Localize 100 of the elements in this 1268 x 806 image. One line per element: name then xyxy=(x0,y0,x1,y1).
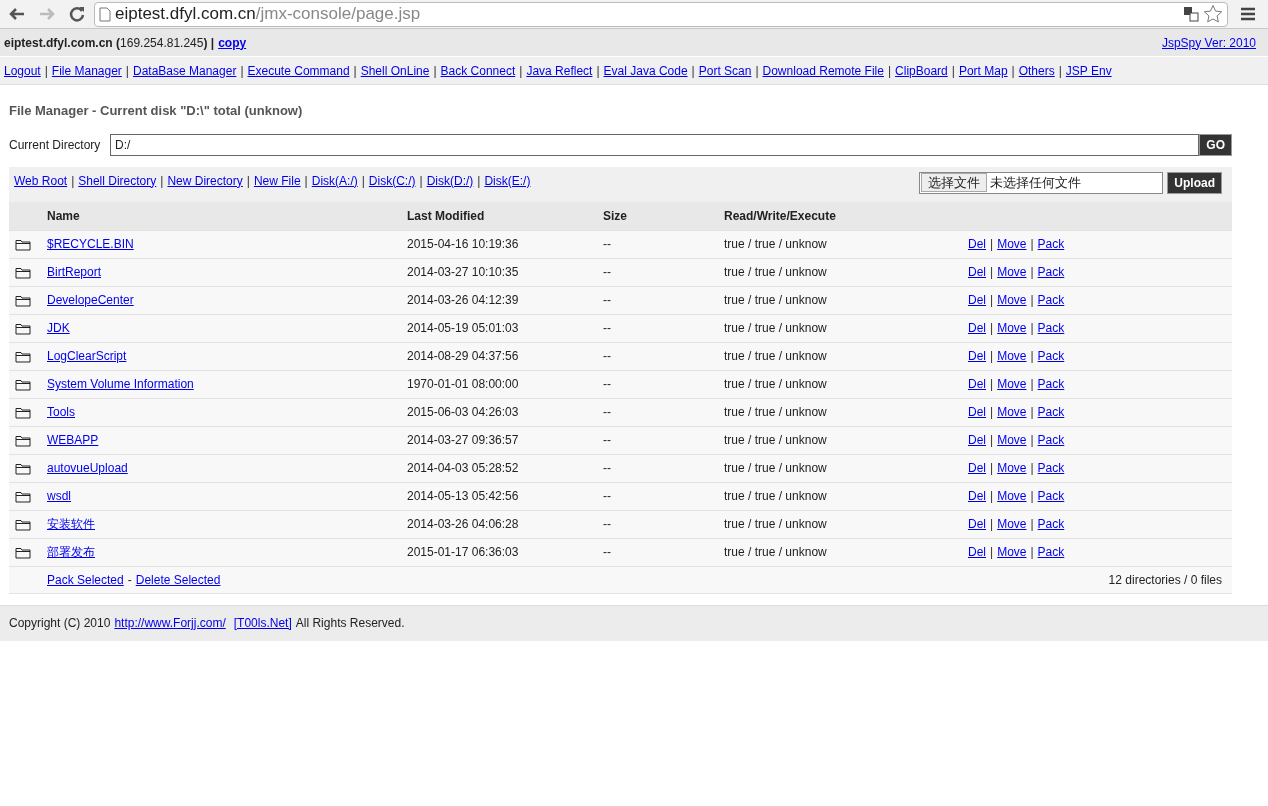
folder-link[interactable]: BirtReport xyxy=(47,265,102,279)
modified-cell: 2014-05-19 05:01:03 xyxy=(407,321,519,335)
nav-link[interactable]: JSP Env xyxy=(1065,61,1112,80)
toolbar-link[interactable]: Disk(D:/) xyxy=(426,171,474,190)
delete-selected-link[interactable]: Delete Selected xyxy=(135,570,221,589)
action-link[interactable]: Move xyxy=(997,347,1027,365)
address-bar[interactable]: eiptest.dfyl.com.cn/jmx-console/page.jsp xyxy=(94,1,1228,27)
version-link[interactable]: JspSpy Ver: 2010 xyxy=(1161,33,1256,52)
separator: | xyxy=(1030,292,1034,309)
action-link[interactable]: Del xyxy=(968,487,986,505)
toolbar-link[interactable]: Shell Directory xyxy=(78,171,157,190)
nav-link[interactable]: Logout xyxy=(4,61,41,80)
action-link[interactable]: Pack xyxy=(1037,319,1065,337)
action-link[interactable]: Del xyxy=(968,235,986,253)
action-link[interactable]: Move xyxy=(997,291,1027,309)
modified-cell: 1970-01-01 08:00:00 xyxy=(407,377,519,391)
action-link[interactable]: Del xyxy=(968,543,986,561)
nav-link[interactable]: Back Connect xyxy=(440,61,516,80)
action-link[interactable]: Pack xyxy=(1037,515,1065,533)
nav-link[interactable]: Others xyxy=(1018,61,1055,80)
host-info: eiptest.dfyl.com.cn (169.254.81.245) | xyxy=(4,34,215,52)
size-cell: -- xyxy=(603,489,611,503)
action-link[interactable]: Del xyxy=(968,319,986,337)
star-icon[interactable] xyxy=(1203,4,1223,24)
action-link[interactable]: Move xyxy=(997,431,1027,449)
site-link[interactable]: http://www.Forjj.com/ xyxy=(114,614,226,632)
back-icon[interactable] xyxy=(8,6,26,22)
permissions-cell: true / true / unknow xyxy=(724,433,827,447)
size-cell: -- xyxy=(603,321,611,335)
nav-link[interactable]: Execute Command xyxy=(247,61,350,80)
action-link[interactable]: Del xyxy=(968,263,986,281)
nav-link[interactable]: ClipBoard xyxy=(895,61,948,80)
go-button[interactable]: GO xyxy=(1199,133,1232,156)
action-link[interactable]: Pack xyxy=(1037,431,1065,449)
toolbar-link[interactable]: Disk(A:/) xyxy=(311,171,358,190)
nav-link[interactable]: Download Remote File xyxy=(762,61,884,80)
choose-file-button[interactable]: 选择文件 xyxy=(921,173,988,192)
action-link[interactable]: Pack xyxy=(1037,291,1065,309)
folder-link[interactable]: $RECYCLE.BIN xyxy=(47,237,134,251)
action-link[interactable]: Del xyxy=(968,515,986,533)
copy-link[interactable]: copy xyxy=(218,33,247,52)
folder-link[interactable]: Tools xyxy=(47,405,75,419)
action-link[interactable]: Move xyxy=(997,543,1027,561)
action-link[interactable]: Move xyxy=(997,403,1027,421)
action-link[interactable]: Pack xyxy=(1037,487,1065,505)
action-link[interactable]: Pack xyxy=(1037,347,1065,365)
nav-link[interactable]: Eval Java Code xyxy=(603,61,688,80)
action-link[interactable]: Pack xyxy=(1037,235,1065,253)
toolbar-link[interactable]: Disk(C:/) xyxy=(368,171,416,190)
action-link[interactable]: Move xyxy=(997,235,1027,253)
nav-link[interactable]: Port Map xyxy=(958,61,1008,80)
toolbar-link[interactable]: New File xyxy=(253,171,301,190)
nav-link[interactable]: File Manager xyxy=(51,61,122,80)
reload-icon[interactable] xyxy=(68,5,86,23)
folder-link[interactable]: 部署发布 xyxy=(47,545,95,559)
action-link[interactable]: Move xyxy=(997,319,1027,337)
nav-link[interactable]: Shell OnLine xyxy=(360,61,430,80)
action-link[interactable]: Del xyxy=(968,431,986,449)
action-link[interactable]: Del xyxy=(968,347,986,365)
separator: | xyxy=(990,488,994,505)
action-link[interactable]: Move xyxy=(997,263,1027,281)
rights-text: All Rights Reserved. xyxy=(295,615,405,632)
toolbar-link[interactable]: New Directory xyxy=(167,171,243,190)
menu-icon[interactable] xyxy=(1240,7,1256,21)
action-link[interactable]: Move xyxy=(997,515,1027,533)
nav-link[interactable]: DataBase Manager xyxy=(133,61,237,80)
action-link[interactable]: Del xyxy=(968,291,986,309)
upload-button[interactable]: Upload xyxy=(1167,171,1222,194)
directory-field[interactable]: D:/ xyxy=(110,133,1200,156)
action-link[interactable]: Move xyxy=(997,375,1027,393)
action-link[interactable]: Del xyxy=(968,375,986,393)
folder-link[interactable]: DevelopeCenter xyxy=(47,293,134,307)
action-link[interactable]: Move xyxy=(997,487,1027,505)
toolbar-link[interactable]: Web Root xyxy=(14,171,68,190)
action-link[interactable]: Move xyxy=(997,459,1027,477)
action-link[interactable]: Pack xyxy=(1037,403,1065,421)
action-link[interactable]: Pack xyxy=(1037,459,1065,477)
separator: | xyxy=(44,62,48,80)
nav-link[interactable]: Java Reflect xyxy=(526,61,593,80)
toolbar-link[interactable]: Disk(E:/) xyxy=(484,171,531,190)
modified-cell: 2014-04-03 05:28:52 xyxy=(407,461,519,475)
folder-link[interactable]: autovueUpload xyxy=(47,461,128,475)
action-link[interactable]: Pack xyxy=(1037,263,1065,281)
folder-link[interactable]: LogClearScript xyxy=(47,349,127,363)
action-link[interactable]: Del xyxy=(968,403,986,421)
action-link[interactable]: Pack xyxy=(1037,543,1065,561)
folder-link[interactable]: 安装软件 xyxy=(47,517,95,531)
file-input[interactable]: 选择文件 未选择任何文件 xyxy=(919,171,1164,194)
nav-link[interactable]: Port Scan xyxy=(698,61,752,80)
folder-link[interactable]: WEBAPP xyxy=(47,433,99,447)
separator: | xyxy=(1030,544,1034,561)
action-link[interactable]: Del xyxy=(968,459,986,477)
action-link[interactable]: Pack xyxy=(1037,375,1065,393)
forum-link[interactable]: [T00ls.Net] xyxy=(233,614,292,632)
separator: | xyxy=(1030,516,1034,533)
folder-link[interactable]: JDK xyxy=(47,321,70,335)
folder-link[interactable]: System Volume Information xyxy=(47,377,194,391)
pack-selected-link[interactable]: Pack Selected xyxy=(47,570,124,589)
folder-link[interactable]: wsdl xyxy=(47,489,71,503)
separator: | xyxy=(1058,62,1062,80)
